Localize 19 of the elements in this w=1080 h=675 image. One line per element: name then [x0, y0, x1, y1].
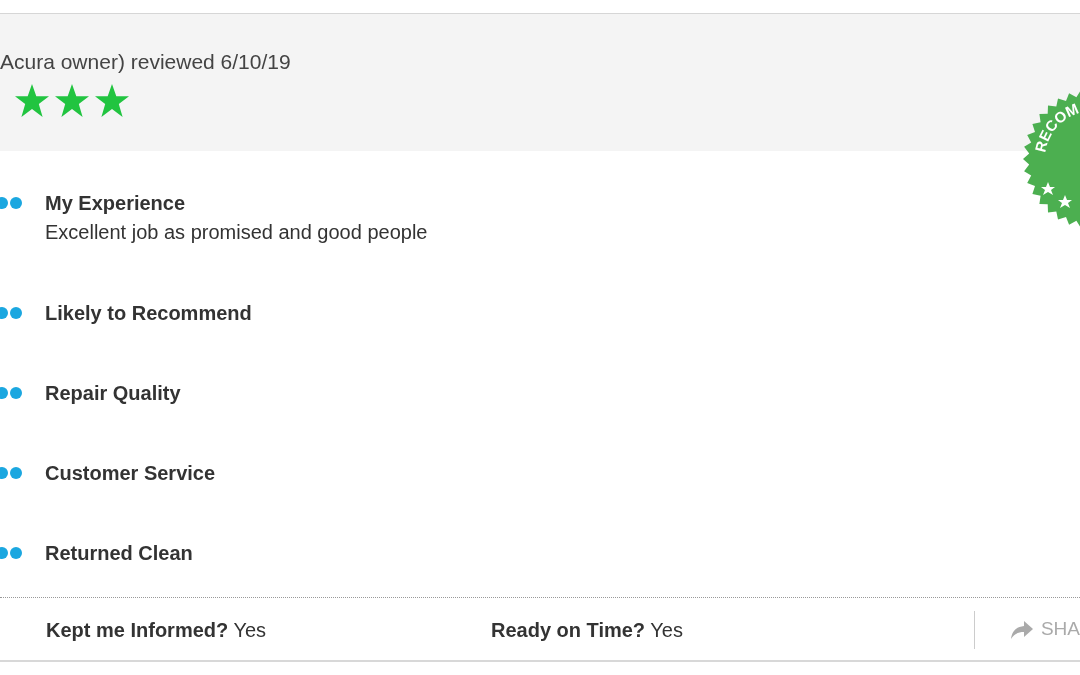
star-icon — [94, 83, 130, 119]
rating-dots-icon — [0, 467, 22, 479]
review-text: Excellent job as promised and good people — [45, 220, 428, 245]
share-arrow-icon — [1010, 620, 1033, 639]
section-title: Repair Quality — [45, 381, 181, 405]
section-title: Returned Clean — [45, 541, 193, 565]
section-title: My Experience — [45, 191, 187, 215]
rating-dots-icon — [0, 197, 22, 209]
star-icon — [54, 83, 90, 119]
rating-dots-icon — [0, 387, 22, 399]
review-byline: Acura owner) reviewed 6/10/19 — [0, 49, 292, 75]
star-icon — [14, 83, 50, 119]
question-answer: Kept me Informed? Yes — [46, 617, 268, 643]
share-link[interactable]: SHA — [1040, 615, 1080, 644]
section-title: Customer Service — [45, 461, 216, 485]
rating-dots-icon — [0, 307, 22, 319]
rating-dots-icon — [0, 547, 22, 559]
section-title: Likely to Recommend — [45, 301, 252, 325]
question-answer: Ready on Time? Yes — [490, 617, 684, 643]
